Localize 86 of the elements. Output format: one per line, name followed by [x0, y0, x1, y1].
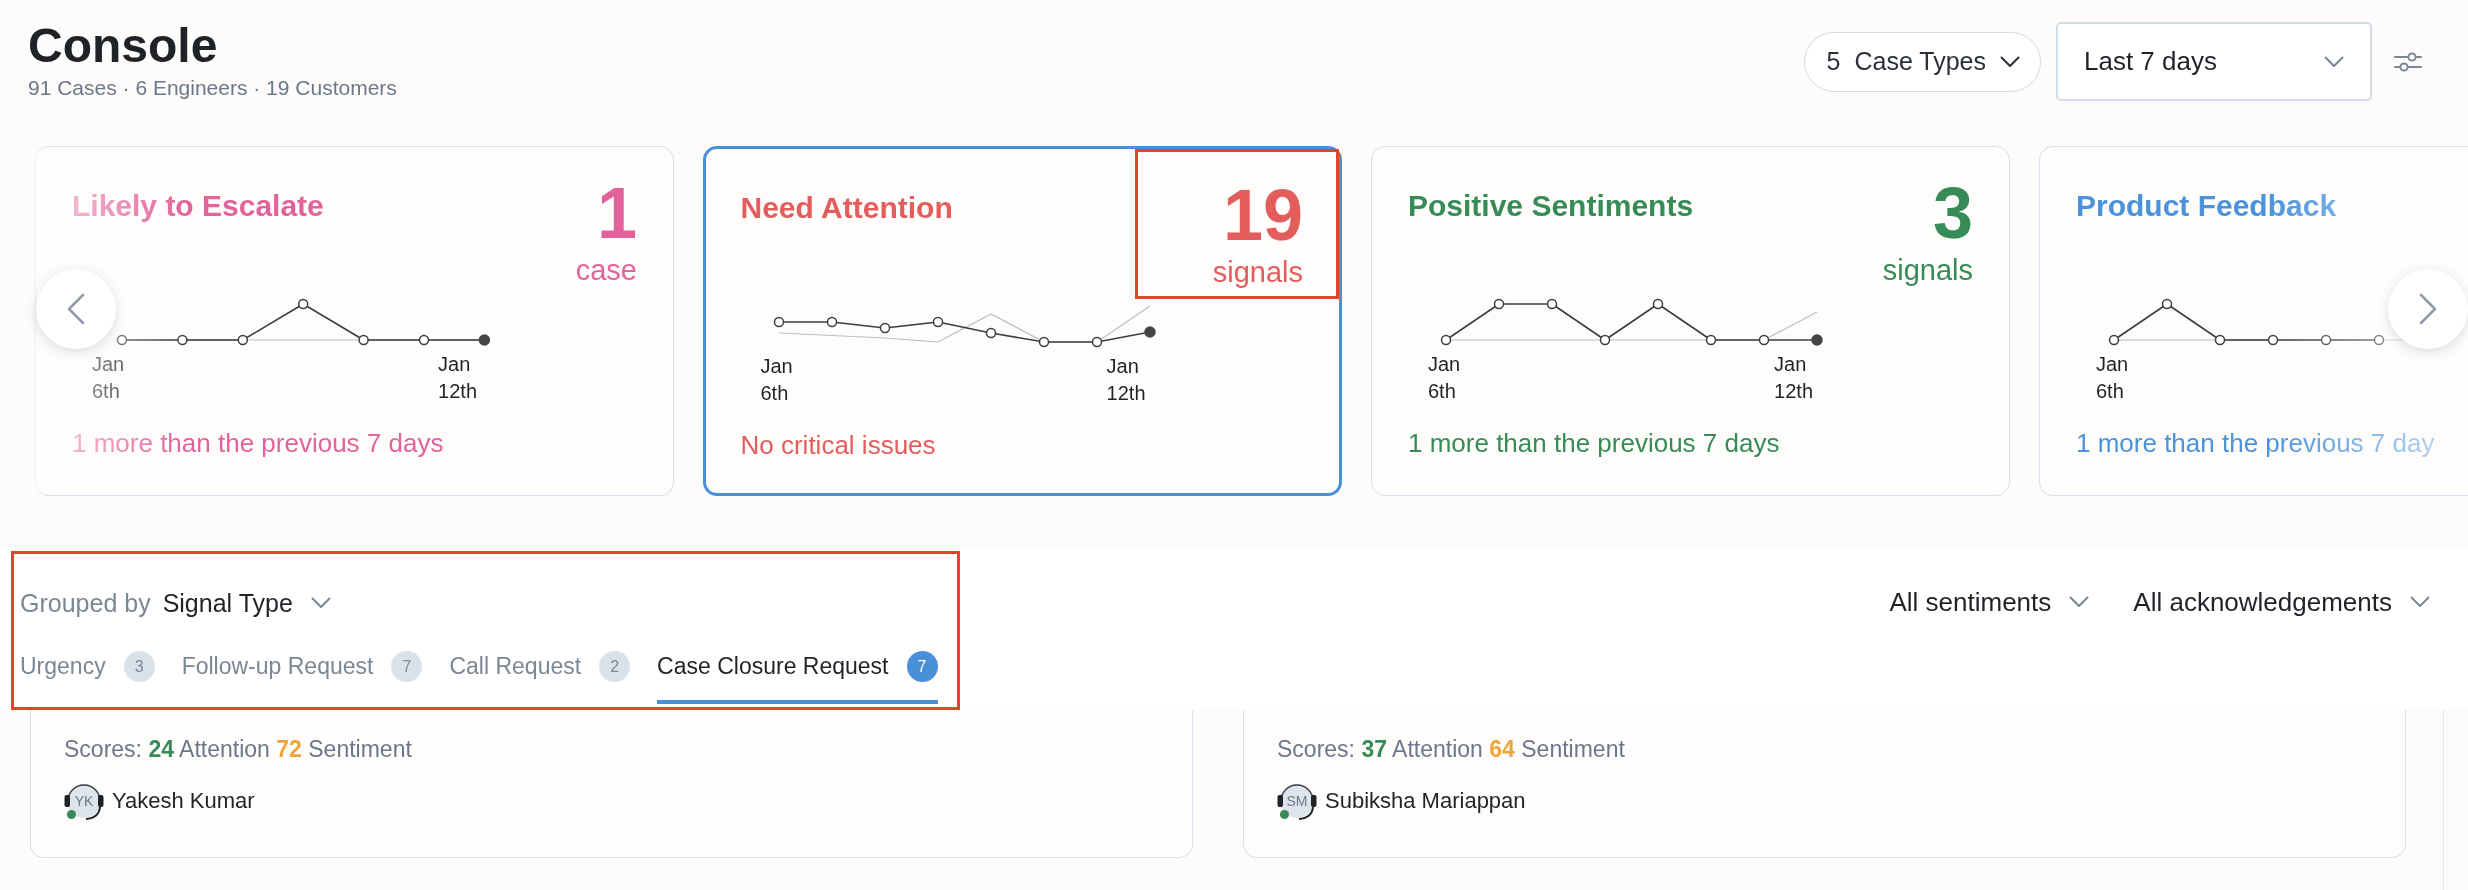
period-dropdown[interactable]: Last 7 days	[2056, 22, 2372, 101]
data-point	[2267, 334, 2279, 346]
card-count-unit: signals	[1881, 253, 1973, 288]
data-point	[879, 322, 890, 334]
engineer-name: Subiksha Mariappan	[1325, 787, 1526, 815]
data-point	[358, 334, 369, 346]
filter-sliders-icon[interactable]	[2394, 49, 2422, 74]
card-count: 3	[1931, 183, 1973, 244]
data-point	[116, 334, 128, 346]
filter-dropdown[interactable]: All acknowledgements	[2133, 585, 2430, 619]
data-point	[1143, 326, 1156, 338]
count-badge: 3	[123, 650, 155, 682]
data-point	[773, 316, 784, 328]
date-label: Jan 6th	[92, 352, 125, 404]
engineer-name: Yakesh Kumar	[112, 787, 255, 815]
data-point	[418, 334, 430, 346]
data-point	[1758, 334, 1770, 346]
chevron-down-icon	[2000, 55, 2020, 68]
data-point	[2161, 298, 2173, 310]
data-point	[1038, 336, 1049, 348]
case-card[interactable]: Scores: 24 Attention 72 Sentiment YK Yakesh Kumar	[30, 710, 1193, 858]
card-count-unit: case	[574, 253, 637, 288]
card-footnote: 1 more than the previous 7 day	[2076, 427, 2436, 460]
previous-button[interactable]	[36, 269, 116, 349]
date-label: Jan 6th	[760, 354, 793, 406]
data-point	[2108, 334, 2120, 346]
card-title: Likely to Escalate	[72, 188, 324, 224]
card-title: Need Attention	[740, 190, 953, 226]
date-label: Jan 12th	[1774, 352, 1813, 404]
data-point	[478, 334, 491, 346]
metric-card[interactable]: Positive Sentiments 3 signals Jan 6th Jan 12th 1 more than the previous 7 days	[1371, 146, 2010, 496]
data-point	[297, 298, 309, 310]
data-point	[2373, 334, 2385, 346]
date-label: Jan 12th	[1106, 354, 1146, 406]
data-point	[2214, 334, 2226, 346]
data-point	[1091, 336, 1102, 348]
card-count: 1	[595, 183, 637, 244]
signal-tab[interactable]: Call Request 2	[449, 650, 631, 704]
chevron-left-icon	[67, 293, 85, 325]
metric-card[interactable]: Product Feedback Jan 6th 1 more than the previous 7 day	[2039, 146, 2468, 496]
data-point	[177, 334, 188, 346]
chevron-down-icon	[2324, 55, 2344, 68]
data-point	[1546, 298, 1558, 310]
page-summary: 91 Cases · 6 Engineers · 19 Customers	[28, 75, 397, 101]
signal-tab[interactable]: Urgency 3	[20, 650, 155, 704]
count-badge: 7	[906, 650, 938, 682]
card-title: Positive Sentiments	[1408, 188, 1694, 224]
chevron-right-icon	[2419, 293, 2437, 325]
data-point	[237, 334, 249, 346]
data-point	[932, 316, 943, 328]
page-title: Console	[28, 22, 219, 70]
data-point	[1599, 334, 1611, 346]
count-badge: 7	[391, 650, 423, 682]
case-scores: Scores: 24 Attention 72 Sentiment	[64, 735, 413, 764]
data-point	[1440, 334, 1452, 346]
case-scores: Scores: 37 Attention 64 Sentiment	[1277, 735, 1626, 764]
data-point	[1705, 334, 1717, 346]
card-title: Product Feedback	[2076, 188, 2337, 224]
data-point	[1493, 298, 1505, 310]
next-button[interactable]	[2388, 269, 2468, 349]
signal-tab[interactable]: Follow-up Request 7	[181, 650, 423, 704]
card-footnote: 1 more than the previous 7 days	[1408, 427, 1781, 460]
date-label: Jan 6th	[2096, 352, 2129, 404]
card-footnote: 1 more than the previous 7 days	[72, 427, 445, 460]
signal-tab[interactable]: Case Closure Request 7	[657, 650, 938, 704]
case-types-dropdown[interactable]: 5 Case Types	[1803, 31, 2041, 92]
data-point	[826, 316, 837, 328]
card-footnote: No critical issues	[740, 429, 937, 462]
metric-card[interactable]: Likely to Escalate 1 case Jan 6th Jan 12th 1 more than the previous 7 days	[35, 146, 674, 496]
date-label: Jan 12th	[438, 352, 477, 404]
card-count-unit: signals	[1211, 255, 1303, 290]
group-by-label: Grouped by	[20, 588, 151, 619]
chevron-down-icon	[2410, 596, 2430, 608]
case-card[interactable]: Scores: 37 Attention 64 Sentiment SM Subiksha Mariappan	[1243, 710, 2406, 858]
data-point	[1811, 334, 1823, 346]
filter-dropdown[interactable]: All sentiments	[1889, 585, 2090, 619]
group-by-dropdown[interactable]: Signal Type	[162, 586, 331, 620]
data-point	[2320, 334, 2332, 346]
metric-card[interactable]: Need Attention 19 signals Jan 6th Jan 12th No critical issues	[703, 146, 1342, 496]
data-point	[985, 327, 996, 339]
count-badge: 2	[599, 650, 631, 682]
date-label: Jan 6th	[1428, 352, 1461, 404]
card-count: 19	[1221, 185, 1303, 246]
data-point	[1652, 298, 1664, 310]
chevron-down-icon	[310, 597, 331, 609]
chevron-down-icon	[2069, 596, 2090, 608]
